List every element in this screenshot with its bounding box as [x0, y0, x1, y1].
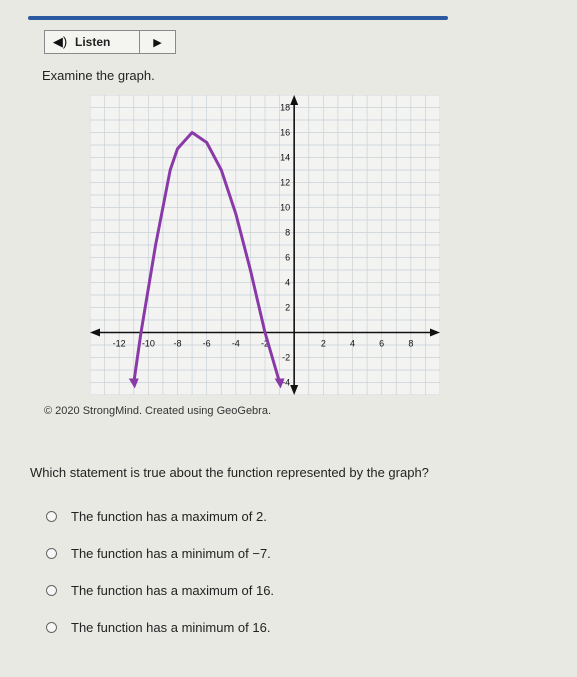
option-3[interactable]: The function has a maximum of 16. — [46, 583, 274, 598]
x-tick-label: -4 — [232, 339, 240, 349]
x-tick-label: 2 — [321, 339, 326, 349]
y-tick-label: 18 — [280, 103, 290, 113]
prompt-text: Examine the graph. — [42, 68, 155, 83]
top-progress-bar — [28, 16, 448, 20]
y-tick-label: -2 — [282, 353, 290, 363]
option-label: The function has a maximum of 16. — [71, 583, 275, 598]
y-tick-label: 14 — [280, 153, 290, 163]
x-tick-label: 8 — [408, 339, 413, 349]
radio-button[interactable] — [46, 585, 57, 596]
option-1[interactable]: The function has a maximum of 2. — [46, 509, 267, 524]
x-tick-label: -8 — [173, 339, 181, 349]
listen-button[interactable]: ◀) Listen ▶ — [44, 30, 176, 54]
x-tick-label: -10 — [142, 339, 155, 349]
radio-button[interactable] — [46, 511, 57, 522]
y-tick-label: 8 — [285, 228, 290, 238]
y-tick-label: 6 — [285, 253, 290, 263]
option-label: The function has a maximum of 2. — [71, 509, 267, 524]
question-text: Which statement is true about the functi… — [30, 465, 429, 480]
option-label: The function has a minimum of −7. — [71, 546, 271, 561]
x-tick-label: -6 — [203, 339, 211, 349]
credit-text: © 2020 StrongMind. Created using GeoGebr… — [44, 405, 272, 417]
x-tick-label: 6 — [379, 339, 384, 349]
radio-button[interactable] — [46, 622, 57, 633]
option-4[interactable]: The function has a minimum of 16. — [46, 620, 270, 635]
radio-button[interactable] — [46, 548, 57, 559]
y-tick-label: 10 — [280, 203, 290, 213]
y-tick-label: 4 — [285, 278, 290, 288]
y-tick-label: 2 — [285, 303, 290, 313]
x-tick-label: 4 — [350, 339, 355, 349]
option-2[interactable]: The function has a minimum of −7. — [46, 546, 271, 561]
play-icon[interactable]: ▶ — [140, 36, 175, 49]
listen-label: Listen — [75, 35, 111, 49]
option-label: The function has a minimum of 16. — [71, 620, 271, 635]
parabola-graph: -12 -10 -8 -6 -4 -2 2 4 6 818161412108642-2-4 — [90, 95, 440, 395]
y-tick-label: 12 — [280, 178, 290, 188]
x-tick-label: -12 — [113, 339, 126, 349]
y-tick-label: 16 — [280, 128, 290, 138]
speaker-icon: ◀) — [52, 34, 68, 49]
